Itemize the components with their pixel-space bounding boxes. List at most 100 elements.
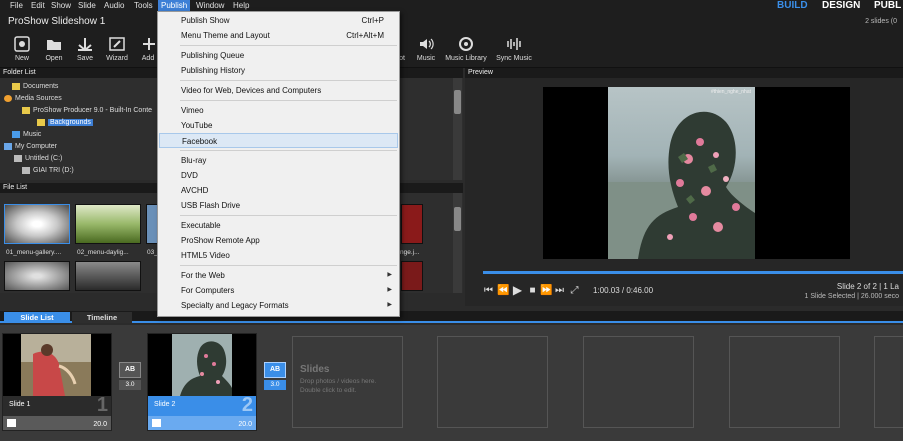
menu-tools[interactable]: Tools	[131, 0, 156, 12]
empty-slide-slot[interactable]	[583, 336, 694, 428]
slide-duration[interactable]: 20.0	[238, 421, 252, 428]
menu-item-publishing-queue[interactable]: Publishing Queue	[159, 48, 398, 63]
file-thumbnail[interactable]	[75, 261, 141, 291]
menu-item-legacy-formats[interactable]: Specialty and Legacy Formats ▶	[159, 298, 398, 313]
time-readout: 1:00.03 / 0:46.00	[593, 286, 654, 295]
menu-item-for-computers[interactable]: For Computers ▶	[159, 283, 398, 298]
folder-open-icon	[47, 40, 61, 50]
file-thumbnail[interactable]	[4, 261, 70, 291]
menu-item-label: For the Web	[181, 271, 225, 280]
slide-play-icon[interactable]	[152, 419, 161, 427]
empty-slide-slot[interactable]	[729, 336, 840, 428]
folder-scrollbar[interactable]	[453, 78, 462, 180]
menu-show[interactable]: Show	[48, 0, 74, 12]
transition-2[interactable]: AB 3.0	[264, 362, 286, 392]
tree-item-backgrounds[interactable]: Backgrounds	[37, 117, 93, 128]
file-thumbnail[interactable]	[4, 204, 70, 244]
rewind-icon[interactable]: ⏪	[497, 285, 509, 296]
skip-start-icon[interactable]: ⏮	[483, 285, 494, 296]
transition-1[interactable]: AB 3.0	[119, 362, 141, 392]
mode-publish[interactable]: PUBL	[874, 0, 901, 12]
fast-forward-icon[interactable]: ⏩	[540, 285, 552, 296]
menu-edit[interactable]: Edit	[28, 0, 48, 12]
menu-slide[interactable]: Slide	[75, 0, 99, 12]
tree-item-documents[interactable]: Documents	[12, 81, 58, 92]
file-thumbnail[interactable]	[401, 261, 423, 291]
mode-build[interactable]: BUILD	[777, 0, 808, 12]
menu-item-facebook[interactable]: Facebook	[159, 133, 398, 148]
wizard-label: Wizard	[106, 55, 128, 62]
slide-duration[interactable]: 20.0	[93, 421, 107, 428]
menu-item-executable[interactable]: Executable	[159, 218, 398, 233]
slide-play-icon[interactable]	[7, 419, 16, 427]
slide-card-1[interactable]: Slide 1 1 20.0	[2, 333, 112, 431]
skip-end-icon[interactable]: ⏭	[554, 285, 565, 296]
menu-audio[interactable]: Audio	[101, 0, 127, 12]
transition-icon[interactable]: AB	[119, 362, 141, 378]
slide-list: Slide 1 1 20.0 AB 3.0 Slide 2 2 20.0 AB …	[0, 325, 903, 441]
play-icon[interactable]: ▶	[512, 284, 523, 296]
scroll-thumb[interactable]	[454, 90, 461, 114]
tree-item-media-sources[interactable]: Media Sources	[4, 93, 62, 104]
menu-item-label: Specialty and Legacy Formats	[181, 301, 289, 310]
menu-item-usb[interactable]: USB Flash Drive	[159, 198, 398, 213]
menu-item-vimeo[interactable]: Vimeo	[159, 103, 398, 118]
menu-file[interactable]: File	[7, 0, 26, 12]
slide-card-2[interactable]: Slide 2 2 20.0	[147, 333, 257, 431]
menu-item-avchd[interactable]: AVCHD	[159, 183, 398, 198]
file-thumbnail[interactable]	[401, 204, 423, 244]
preview-image: #thien_nghe_nhat	[608, 87, 755, 259]
add-button[interactable]: Add	[140, 35, 156, 67]
transition-icon[interactable]: AB	[264, 362, 286, 378]
sync-music-button[interactable]: Sync Music	[494, 35, 534, 67]
tree-item-music[interactable]: Music	[12, 129, 41, 140]
open-button[interactable]: Open	[42, 35, 66, 67]
menu-item-label: Publish Show	[181, 16, 230, 25]
empty-slide-slot[interactable]	[874, 336, 903, 428]
tab-slide-list[interactable]: Slide List	[4, 312, 70, 323]
slide-selection-info: 1 Slide Selected | 26.000 seco	[804, 293, 899, 300]
double-exposure-portrait	[608, 111, 755, 259]
tab-timeline[interactable]: Timeline	[72, 312, 132, 323]
music-button[interactable]: Music	[414, 35, 438, 67]
fullscreen-icon[interactable]: ⤢	[569, 285, 580, 296]
file-scrollbar[interactable]	[453, 193, 462, 293]
menu-item-publishing-history[interactable]: Publishing History	[159, 63, 398, 78]
playback-progress[interactable]	[483, 271, 903, 274]
tree-label: Untitled (C:)	[25, 155, 63, 162]
menu-item-bluray[interactable]: Blu-ray	[159, 153, 398, 168]
mode-design[interactable]: DESIGN	[822, 0, 860, 12]
transition-duration[interactable]: 3.0	[119, 380, 141, 390]
tree-item-drive-d[interactable]: GIAI TRI (D:)	[22, 165, 74, 176]
menu-item-video-web[interactable]: Video for Web, Devices and Computers	[159, 83, 398, 98]
tree-label: GIAI TRI (D:)	[33, 167, 74, 174]
tree-item-drive-c[interactable]: Untitled (C:)	[14, 153, 62, 164]
music-library-button[interactable]: Music Library	[444, 35, 488, 67]
tree-label: Backgrounds	[48, 119, 93, 126]
empty-slide-slot[interactable]: Slides Drop photos / videos here. Double…	[292, 336, 403, 428]
menu-item-youtube[interactable]: YouTube	[159, 118, 398, 133]
menu-separator	[180, 150, 397, 151]
music-library-icon	[459, 37, 473, 51]
menu-item-remote-app[interactable]: ProShow Remote App	[159, 233, 398, 248]
project-title: ProShow Slideshow 1	[8, 16, 106, 27]
star-icon	[4, 94, 12, 102]
wizard-button[interactable]: Wizard	[104, 35, 130, 67]
transition-duration[interactable]: 3.0	[264, 380, 286, 390]
menu-item-dvd[interactable]: DVD	[159, 168, 398, 183]
save-icon	[78, 38, 92, 52]
file-thumbnail[interactable]	[75, 204, 141, 244]
menu-item-for-web[interactable]: For the Web ▶	[159, 268, 398, 283]
empty-slide-slot[interactable]	[437, 336, 548, 428]
scroll-thumb[interactable]	[454, 207, 461, 231]
stop-icon[interactable]: ■	[527, 285, 538, 296]
menu-item-html5[interactable]: HTML5 Video	[159, 248, 398, 263]
menu-item-menu-theme[interactable]: Menu Theme and Layout Ctrl+Alt+M	[159, 28, 398, 43]
save-button[interactable]: Save	[73, 35, 97, 67]
menu-item-publish-show[interactable]: Publish Show Ctrl+P	[159, 13, 398, 28]
new-button[interactable]: New	[10, 35, 34, 67]
tree-item-proshow-content[interactable]: ProShow Producer 9.0 - Built-In Conte	[22, 105, 152, 116]
computer-icon	[4, 142, 12, 150]
speaker-icon	[420, 38, 434, 50]
tree-item-my-computer[interactable]: My Computer	[4, 141, 57, 152]
